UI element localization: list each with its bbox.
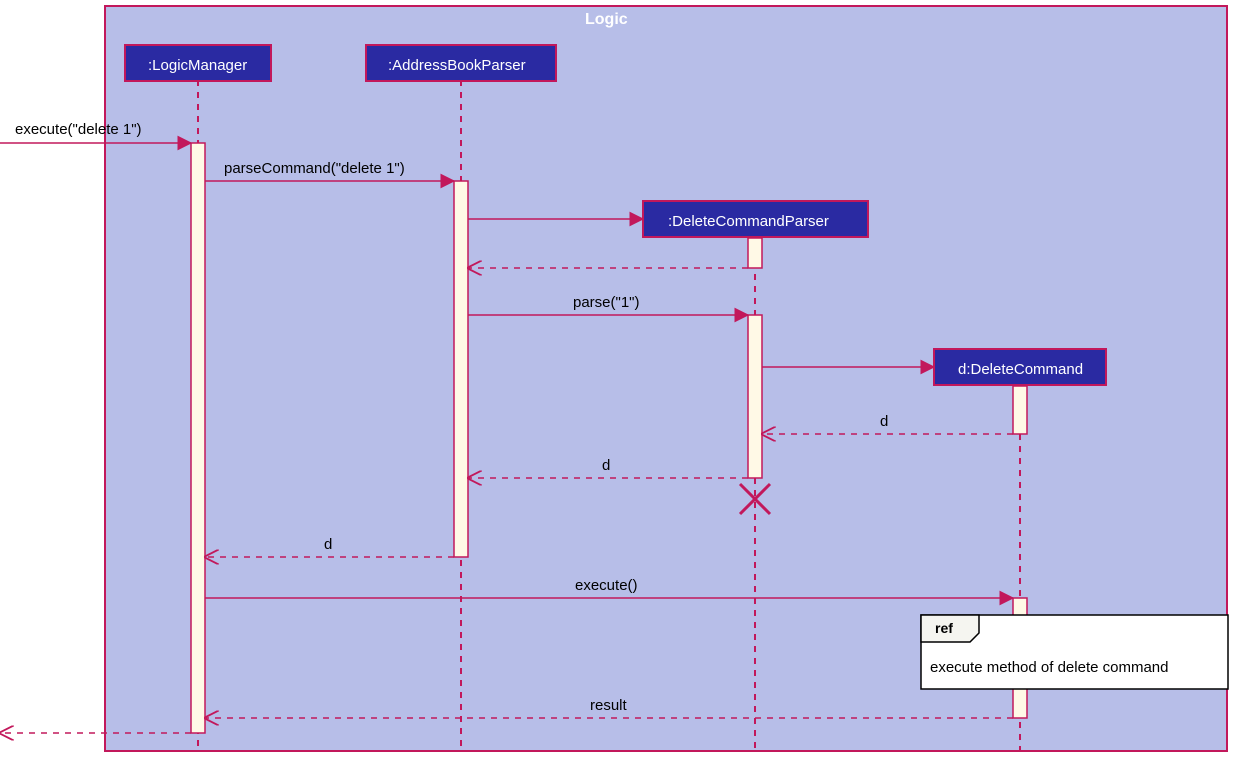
msg-parse-text: parse("1") [573, 294, 640, 311]
head-logic-manager-text: :LogicManager [148, 57, 247, 74]
head-delete-command-text: d:DeleteCommand [958, 361, 1083, 378]
msg-result-text: result [590, 697, 628, 714]
activation-logic-manager [191, 143, 205, 733]
msg-return-d1-text: d [880, 413, 888, 430]
activation-delete-command-parser-2 [748, 315, 762, 478]
head-delete-command-parser-text: :DeleteCommandParser [668, 213, 829, 230]
msg-return-d3-text: d [324, 536, 332, 553]
ref-label: ref [935, 620, 953, 636]
msg-execute2-text: execute() [575, 577, 638, 594]
msg-execute-in-text: execute("delete 1") [15, 121, 142, 138]
activation-delete-command-parser-1 [748, 238, 762, 268]
msg-parse-command-text: parseCommand("delete 1") [224, 160, 405, 177]
msg-return-d2-text: d [602, 457, 610, 474]
frame-title: Logic [585, 11, 628, 28]
activation-address-book-parser [454, 181, 468, 557]
ref-text: execute method of delete command [930, 659, 1168, 676]
head-address-book-parser-text: :AddressBookParser [388, 57, 526, 74]
activation-delete-command-1 [1013, 386, 1027, 434]
